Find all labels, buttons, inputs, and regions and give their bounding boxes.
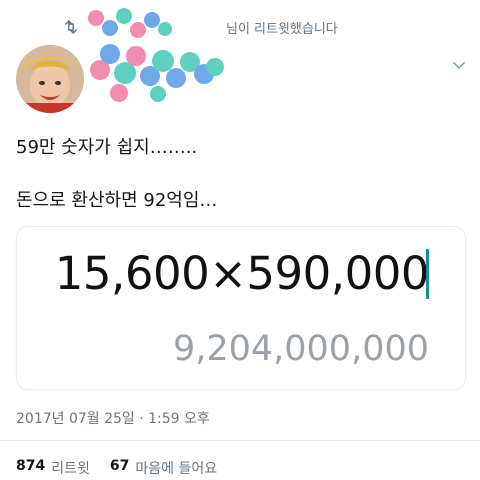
retweet-icon <box>65 20 77 34</box>
calculator-result: 9,204,000,000 <box>172 329 429 369</box>
tweet-text-line-2: 돈으로 환산하면 92억임… <box>16 190 218 211</box>
like-count[interactable]: 67 <box>110 458 129 478</box>
avatar[interactable] <box>16 45 84 113</box>
tweet-text-line-1: 59만 숫자가 쉽지…….. <box>16 137 198 158</box>
like-label[interactable]: 마음에 들어요 <box>135 458 217 478</box>
retweet-count[interactable]: 874 <box>16 458 45 478</box>
chevron-down-icon[interactable] <box>450 56 468 74</box>
calculator-expression: 15,600×590,000 <box>54 247 430 300</box>
text-cursor <box>426 249 429 299</box>
redacted-retweeter-name <box>88 8 218 38</box>
calculator-image-card[interactable]: 15,600×590,000 9,204,000,000 <box>16 226 466 390</box>
redacted-author-name <box>90 40 230 110</box>
tweet-timestamp[interactable]: 2017년 07월 25일 · 1:59 오후 <box>16 408 210 428</box>
divider <box>0 440 480 441</box>
retweet-label[interactable]: 리트윗 <box>51 458 90 478</box>
retweet-text: 님이 리트윗했습니다 <box>226 21 338 37</box>
retweet-indicator: 님이 리트윗했습니다 <box>62 8 338 38</box>
avatar-face <box>16 45 84 113</box>
tweet-stats: 874 리트윗 67 마음에 들어요 <box>16 458 217 478</box>
